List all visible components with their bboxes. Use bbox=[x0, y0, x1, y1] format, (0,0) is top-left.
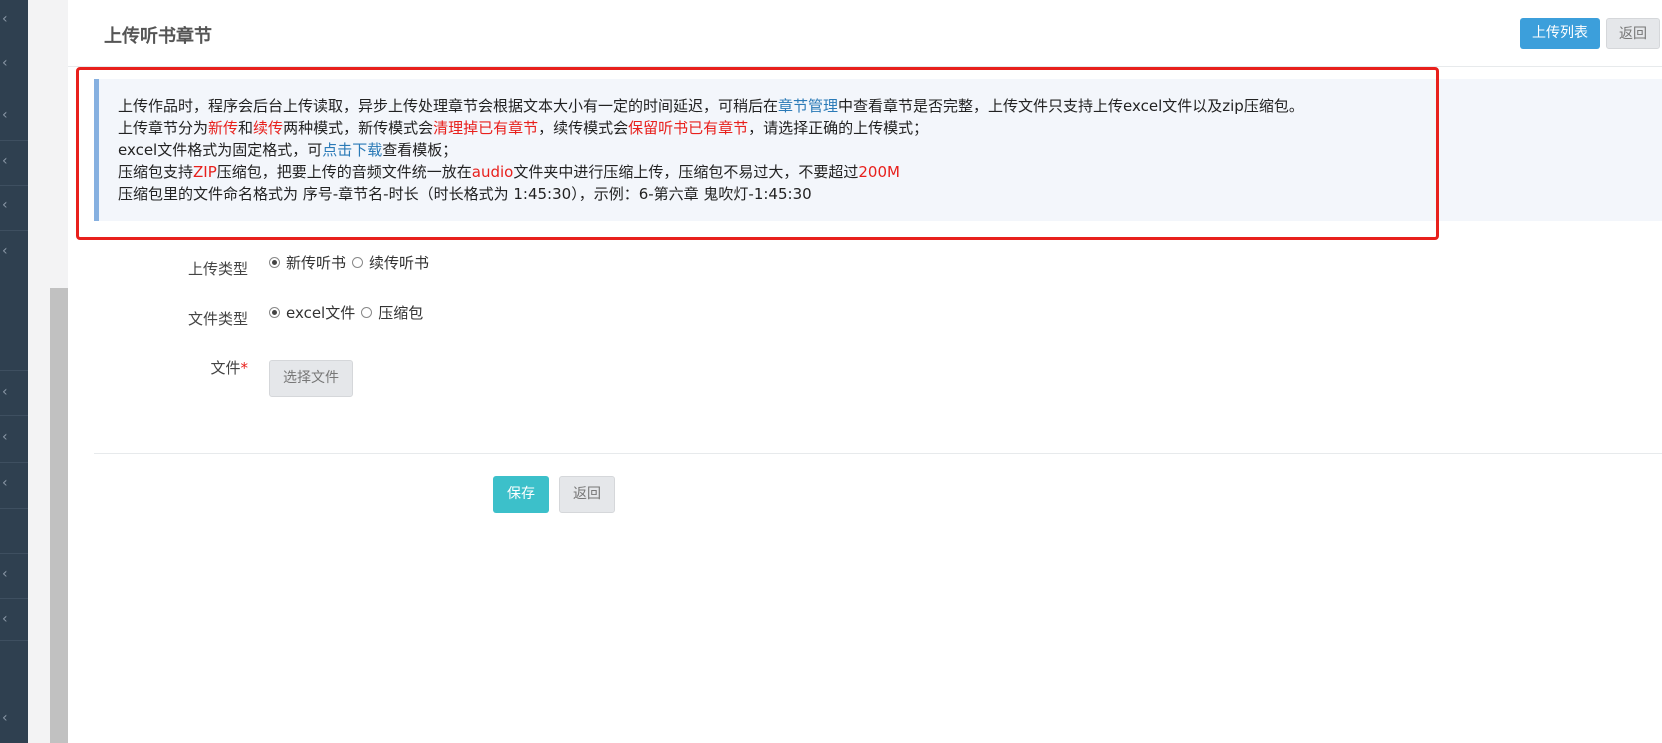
sidebar-expand-icon[interactable]: ‹ bbox=[0, 473, 30, 493]
upload-type-label: 上传类型 bbox=[187, 260, 248, 278]
radio-new-upload-label[interactable]: 新传听书 bbox=[286, 252, 346, 273]
radio-zip-file-label[interactable]: 压缩包 bbox=[378, 302, 423, 323]
sidebar-nav: ‹ ‹ ‹ ‹ ‹ ‹ ‹ ‹ ‹ ‹ ‹ ‹ bbox=[0, 0, 28, 743]
choose-file-button[interactable]: 选择文件 bbox=[269, 360, 353, 397]
form-back-button[interactable]: 返回 bbox=[559, 476, 615, 513]
sidebar-expand-icon[interactable]: ‹ bbox=[0, 53, 30, 73]
header-back-button[interactable]: 返回 bbox=[1606, 18, 1660, 49]
file-label: 文件* bbox=[210, 359, 249, 377]
sidebar-expand-icon[interactable]: ‹ bbox=[0, 708, 30, 728]
radio-continue-upload-label[interactable]: 续传听书 bbox=[369, 252, 429, 273]
radio-continue-upload[interactable] bbox=[352, 257, 364, 268]
sidebar-expand-icon[interactable]: ‹ bbox=[0, 151, 30, 171]
sidebar-expand-icon[interactable]: ‹ bbox=[0, 564, 30, 584]
sidebar-expand-icon[interactable]: ‹ bbox=[0, 427, 30, 447]
sidebar-divider bbox=[0, 415, 28, 416]
sidebar-expand-icon[interactable]: ‹ bbox=[0, 241, 30, 261]
sidebar-divider bbox=[0, 462, 28, 463]
page-title: 上传听书章节 bbox=[104, 26, 212, 47]
radio-zip-file[interactable] bbox=[361, 307, 373, 318]
radio-excel-file-label[interactable]: excel文件 bbox=[286, 302, 355, 323]
sidebar-expand-icon[interactable]: ‹ bbox=[0, 105, 30, 125]
sidebar-divider bbox=[0, 508, 28, 509]
form-divider bbox=[94, 453, 1662, 454]
sidebar-divider bbox=[0, 553, 28, 554]
sidebar-divider bbox=[0, 640, 28, 641]
sidebar-divider bbox=[0, 140, 28, 141]
sidebar-expand-icon[interactable]: ‹ bbox=[0, 609, 30, 629]
radio-new-upload[interactable] bbox=[269, 257, 280, 268]
scrollbar-thumb[interactable] bbox=[50, 288, 68, 743]
sidebar-divider bbox=[0, 230, 28, 231]
sidebar-expand-icon[interactable]: ‹ bbox=[0, 382, 30, 402]
radio-excel-file[interactable] bbox=[269, 307, 280, 318]
main-content: 上传听书章节 上传列表 返回 上传作品时，程序会后台上传读取，异步上传处理章节会… bbox=[68, 0, 1662, 743]
sidebar-divider bbox=[0, 370, 28, 371]
annotation-highlight-box bbox=[76, 67, 1439, 240]
sidebar-expand-icon[interactable]: ‹ bbox=[0, 9, 30, 29]
page-header: 上传听书章节 上传列表 返回 bbox=[68, 0, 1662, 67]
sidebar-divider bbox=[0, 598, 28, 599]
upload-type-radio-group: 新传听书 续传听书 bbox=[269, 252, 435, 273]
required-mark: * bbox=[240, 359, 249, 377]
upload-list-button[interactable]: 上传列表 bbox=[1520, 18, 1600, 49]
file-type-label: 文件类型 bbox=[187, 310, 248, 328]
file-type-radio-group: excel文件 压缩包 bbox=[269, 302, 429, 323]
sidebar-expand-icon[interactable]: ‹ bbox=[0, 195, 30, 215]
sidebar-divider bbox=[0, 185, 28, 186]
save-button[interactable]: 保存 bbox=[493, 476, 549, 513]
